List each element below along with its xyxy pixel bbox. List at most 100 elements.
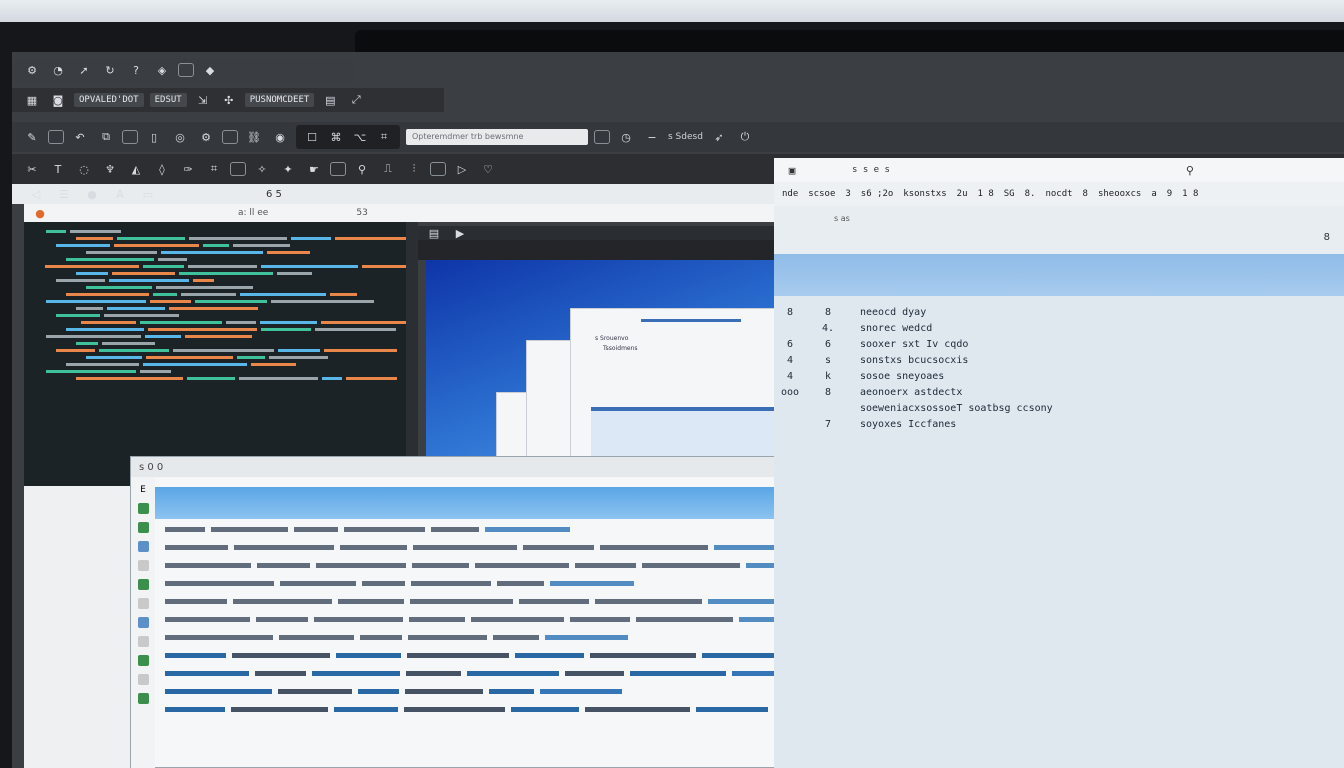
sheet-icon[interactable] xyxy=(137,579,149,590)
ruler-icon[interactable]: ⎍ xyxy=(378,160,398,178)
list-item[interactable]: 4 s sonstxs bcucsocxis xyxy=(774,352,1344,368)
cut-icon[interactable]: ✂ xyxy=(22,160,42,178)
column-header[interactable]: 3 xyxy=(845,189,850,199)
code-line[interactable] xyxy=(34,366,406,373)
column-header[interactable]: s6 ;2o xyxy=(861,189,894,199)
table-row[interactable] xyxy=(165,599,833,604)
file-orange-icon[interactable]: ● xyxy=(30,204,50,222)
doc-icon[interactable] xyxy=(594,130,610,144)
table-row[interactable] xyxy=(165,563,833,568)
table-row[interactable] xyxy=(165,581,833,586)
help-icon[interactable]: ? xyxy=(126,61,146,79)
tool-icon[interactable]: ✎ xyxy=(22,128,42,146)
table-row[interactable] xyxy=(165,689,833,694)
crop-icon[interactable]: ⌗ xyxy=(204,160,224,178)
align-icon[interactable]: ⫶ xyxy=(404,160,424,178)
layout-icon[interactable] xyxy=(48,130,64,144)
clock2-icon[interactable]: ◷ xyxy=(616,128,636,146)
hand-icon[interactable]: ☛ xyxy=(304,160,324,178)
preview-window-front[interactable]: s Srouenvo Tssoidmens xyxy=(570,308,774,456)
sheet-icon[interactable] xyxy=(137,522,149,533)
list-icon[interactable]: ☰ xyxy=(54,185,74,203)
code-line[interactable] xyxy=(34,268,406,275)
tag3-icon[interactable]: ⌗ xyxy=(374,128,394,146)
code-line[interactable] xyxy=(34,282,406,289)
settings-icon[interactable]: ⚙ xyxy=(22,61,42,79)
sheet-icon[interactable] xyxy=(137,503,149,514)
table-row[interactable] xyxy=(165,617,833,622)
table-row[interactable] xyxy=(165,653,833,658)
spreadsheet-window[interactable]: s 0 0 ⊗ E xyxy=(130,456,846,768)
search-input[interactable]: Opteremdmer trb bewsmne xyxy=(406,129,588,145)
cursor-icon[interactable]: ➚ xyxy=(74,61,94,79)
toggle-group[interactable]: ☐ ⌘ ⌥ ⌗ xyxy=(296,125,400,149)
column-header[interactable]: SG xyxy=(1004,189,1015,199)
code-line[interactable] xyxy=(34,261,406,268)
sheet-icon[interactable] xyxy=(137,693,149,704)
link-icon[interactable]: ⛓ xyxy=(244,128,264,146)
column-header[interactable]: a xyxy=(1151,189,1156,199)
check-icon[interactable]: ☐ xyxy=(302,128,322,146)
export-icon[interactable]: ⇲ xyxy=(193,91,213,109)
list-item[interactable]: 8 8 neeocd dyay xyxy=(774,304,1344,320)
column-header[interactable]: 1 8 xyxy=(1182,189,1198,199)
tag-icon[interactable]: ⌘ xyxy=(326,128,346,146)
list-item[interactable]: ooo 8 aeonoerx astdectx xyxy=(774,384,1344,400)
code-line[interactable] xyxy=(34,275,406,282)
column-header[interactable]: nocdt xyxy=(1045,189,1072,199)
table-row[interactable] xyxy=(165,635,833,640)
arrow-icon[interactable]: ➶ xyxy=(709,128,729,146)
transform-icon[interactable]: ✣ xyxy=(219,91,239,109)
list-item[interactable]: 4. snorec wedcd xyxy=(774,320,1344,336)
code-line[interactable] xyxy=(34,303,406,310)
fill-icon[interactable]: ◭ xyxy=(126,160,146,178)
chart-icon[interactable] xyxy=(137,541,149,552)
column-header[interactable]: ksonstxs xyxy=(903,189,946,199)
undo-icon[interactable]: ↶ xyxy=(70,128,90,146)
table-icon[interactable] xyxy=(137,617,149,628)
code-editor[interactable] xyxy=(24,222,406,486)
spreadsheet-body[interactable] xyxy=(165,527,833,763)
list-item[interactable]: 6 6 sooxer sxt Iv cqdo xyxy=(774,336,1344,352)
drop-icon[interactable]: ◊ xyxy=(152,160,172,178)
tag2-icon[interactable]: ⌥ xyxy=(350,128,370,146)
eye-icon[interactable]: ◉ xyxy=(270,128,290,146)
page-icon[interactable]: ▯ xyxy=(144,128,164,146)
code-line[interactable] xyxy=(34,359,406,366)
camera2-icon[interactable]: ◎ xyxy=(170,128,190,146)
folder-icon[interactable] xyxy=(137,560,149,571)
table-row[interactable] xyxy=(165,545,833,550)
heart-icon[interactable]: ♡ xyxy=(478,160,498,178)
color-icon[interactable]: ● xyxy=(82,185,102,203)
column-header[interactable]: 2u xyxy=(957,189,968,199)
pen-icon[interactable]: ✑ xyxy=(178,160,198,178)
font-icon[interactable]: A xyxy=(110,185,130,203)
canvas-icon[interactable] xyxy=(230,162,246,176)
code-line[interactable] xyxy=(34,324,406,331)
column-header[interactable]: 8. xyxy=(1025,189,1036,199)
back-icon[interactable]: ◁ xyxy=(26,185,46,203)
grid-icon[interactable]: ▦ xyxy=(22,91,42,109)
list-item[interactable]: 7 soyoxes Iccfanes xyxy=(774,416,1344,432)
panel-icon[interactable] xyxy=(430,162,446,176)
brush-icon[interactable]: ♆ xyxy=(100,160,120,178)
sheet-icon[interactable] xyxy=(137,655,149,666)
doc-icon[interactable] xyxy=(137,598,149,609)
layer-icon[interactable] xyxy=(330,162,346,176)
magic-icon[interactable]: ✧ xyxy=(252,160,272,178)
code-line[interactable] xyxy=(34,254,406,261)
column-header[interactable]: 1 8 xyxy=(978,189,994,199)
copy-icon[interactable]: ⧉ xyxy=(96,128,116,146)
code-line[interactable] xyxy=(34,240,406,247)
code-line[interactable] xyxy=(34,338,406,345)
frame-icon[interactable] xyxy=(122,130,138,144)
shapes-icon[interactable]: ✦ xyxy=(278,160,298,178)
table-row[interactable] xyxy=(165,707,833,712)
screen-icon[interactable] xyxy=(222,130,238,144)
panel-doc-icon[interactable]: ▣ xyxy=(782,161,802,179)
table-row[interactable] xyxy=(165,671,833,676)
window-icon[interactable] xyxy=(178,63,194,77)
bookmark-icon[interactable]: ▤ xyxy=(320,91,340,109)
column-header[interactable]: 8 xyxy=(1083,189,1088,199)
code-line[interactable] xyxy=(34,310,406,317)
